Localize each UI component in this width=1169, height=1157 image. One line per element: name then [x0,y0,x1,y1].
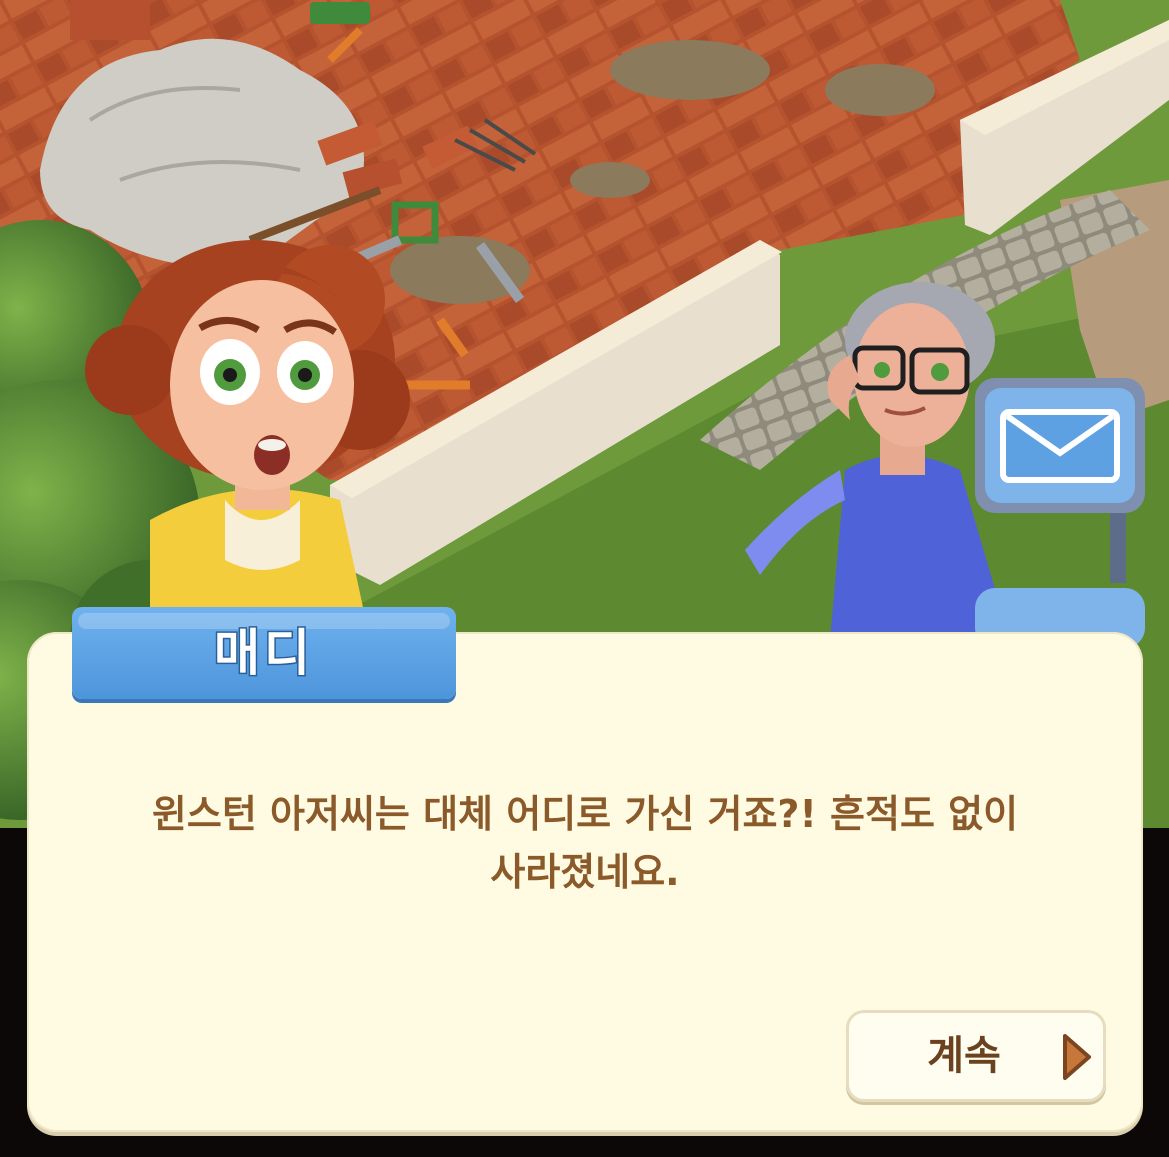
mail-button[interactable] [995,398,1125,493]
continue-label: 계속 [927,1033,1001,1079]
dialog-text: 윈스턴 아저씨는 대체 어디로 가신 거죠?! 흔적도 없이 사라졌네요. [80,785,1090,901]
game-screen: 매디 윈스턴 아저씨는 대체 어디로 가신 거죠?! 흔적도 없이 사라졌네요.… [0,0,1169,1157]
dialog-line-1: 윈스턴 아저씨는 대체 어디로 가신 거죠?! 흔적도 없이 [151,792,1019,836]
envelope-icon [1000,409,1120,483]
speaker-name: 매디 [213,623,314,684]
play-arrow-icon [1063,1034,1091,1080]
dialog-line-2: 사라졌네요. [490,850,680,894]
continue-button[interactable]: 계속 [846,1010,1106,1102]
